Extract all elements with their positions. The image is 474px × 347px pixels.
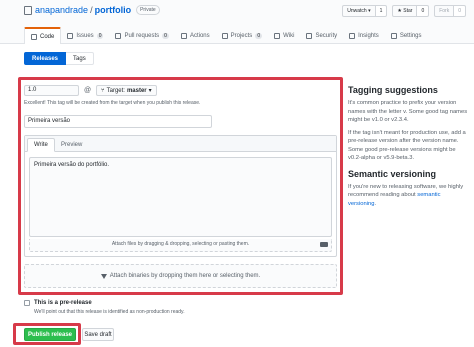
tab-code[interactable]: Code (24, 27, 62, 44)
fork-button-group: Fork 0 (434, 5, 466, 17)
tab-count: 0 (255, 32, 263, 39)
gear-icon (390, 32, 397, 39)
tab-pull-requests[interactable]: Pull requests 0 (109, 27, 174, 44)
pull-request-icon (115, 32, 122, 39)
watch-count[interactable]: 1 (375, 5, 388, 17)
tag-version-input[interactable]: 1.0 (24, 85, 79, 96)
preview-tab[interactable]: Preview (55, 138, 88, 152)
target-label: Target: (106, 87, 125, 94)
fork-button[interactable]: Fork (434, 5, 455, 17)
repo-header: anapandrade / portfolio Private Unwatch … (0, 0, 474, 44)
prerelease-note: We'll point out that this release is ide… (34, 309, 185, 315)
binaries-hint: Attach binaries by dropping them here or… (109, 273, 261, 279)
fork-count[interactable]: 0 (454, 5, 466, 17)
tab-actions[interactable]: Actions (175, 27, 216, 44)
watch-button-group: Unwatch ▾ 1 (342, 5, 388, 17)
branch-icon: ⑂ (101, 87, 105, 94)
tab-projects[interactable]: Projects 0 (216, 27, 268, 44)
releases-subnav: Releases Tags (24, 52, 94, 65)
tagging-suggestions-title: Tagging suggestions (348, 85, 438, 95)
repo-title: anapandrade / portfolio Private (24, 5, 160, 15)
tab-count: 0 (96, 32, 104, 39)
semantic-versioning-title: Semantic versioning (348, 168, 437, 179)
at-icon: @ (83, 87, 92, 94)
repo-icon (24, 5, 32, 15)
shield-icon (306, 32, 313, 39)
tab-label: Security (315, 32, 338, 39)
prerelease-label[interactable]: This is a pre-release (34, 300, 92, 306)
save-draft-button[interactable]: Save draft (82, 328, 114, 341)
tab-wiki[interactable]: Wiki (268, 27, 300, 44)
tab-label: Actions (189, 32, 210, 39)
tagging-paragraph-2: If the tag isn't meant for production us… (348, 129, 466, 162)
star-button[interactable]: ★ Star (392, 5, 418, 17)
publish-release-button[interactable]: Publish release (24, 328, 76, 341)
repo-nav-tabs: Code Issues 0 Pull requests 0 Actions Proj… (24, 27, 428, 44)
prerelease-checkbox[interactable] (24, 300, 30, 306)
tab-security[interactable]: Security (300, 27, 343, 44)
tab-issues[interactable]: Issues 0 (61, 27, 109, 44)
tab-label: Projects (230, 32, 253, 39)
description-textarea[interactable]: Primeira versão do portfólio. (29, 157, 332, 237)
markdown-icon (320, 242, 328, 247)
releases-tab[interactable]: Releases (24, 52, 67, 65)
tab-label: Issues (76, 32, 94, 39)
repo-actions: Unwatch ▾ 1 ★ Star 0 Fork 0 (342, 5, 466, 17)
semver-suffix: . (374, 200, 377, 207)
chevron-down-icon: ▾ (148, 88, 152, 94)
book-icon (274, 32, 281, 39)
tab-label: Code (40, 33, 55, 40)
issue-icon (67, 32, 74, 39)
repo-name-link[interactable]: portfolio (95, 5, 132, 15)
tab-label: Settings (399, 32, 422, 39)
unwatch-button[interactable]: Unwatch ▾ (342, 5, 376, 17)
arrow-down-icon (100, 273, 107, 279)
tab-label: Pull requests (124, 32, 160, 39)
repo-owner-link[interactable]: anapandrade (35, 5, 88, 15)
attach-files-hint[interactable]: Attach files by dragging & dropping, sel… (29, 239, 332, 252)
star-button-group: ★ Star 0 (392, 5, 430, 17)
target-branch-select[interactable]: ⑂ Target: master ▾ (96, 85, 157, 96)
semver-text: If you're new to releasing software, we … (348, 183, 464, 199)
prerelease-option: This is a pre-release (24, 300, 92, 306)
target-value: master (126, 87, 147, 94)
tab-insights[interactable]: Insights (343, 27, 385, 44)
graph-icon (349, 32, 356, 39)
play-icon (180, 32, 187, 39)
semver-paragraph: If you're new to releasing software, we … (348, 183, 470, 209)
tab-label: Wiki (283, 32, 295, 39)
tag-hint: Excellent! This tag will be created from… (24, 100, 201, 106)
star-count[interactable]: 0 (417, 5, 430, 17)
release-title-input[interactable]: Primeira versão (24, 115, 212, 128)
write-tab[interactable]: Write (27, 138, 55, 152)
tab-settings[interactable]: Settings (385, 27, 428, 44)
repo-separator: / (90, 5, 93, 15)
tab-count: 0 (162, 32, 169, 39)
attach-hint-text: Attach files by dragging & dropping, sel… (111, 241, 250, 247)
tagging-paragraph-1: It's common practice to prefix your vers… (348, 100, 468, 123)
sidebar: Tagging suggestions It's common practice… (348, 85, 470, 212)
editor-header: Write Preview (25, 136, 336, 152)
description-editor: Write Preview Primeira versão do portfól… (24, 135, 337, 257)
project-icon (221, 32, 228, 39)
tags-tab[interactable]: Tags (66, 52, 94, 65)
private-badge: Private (136, 5, 160, 15)
code-icon (31, 33, 37, 40)
binaries-dropzone[interactable]: Attach binaries by dropping them here or… (24, 264, 337, 288)
tab-label: Insights (358, 32, 379, 39)
